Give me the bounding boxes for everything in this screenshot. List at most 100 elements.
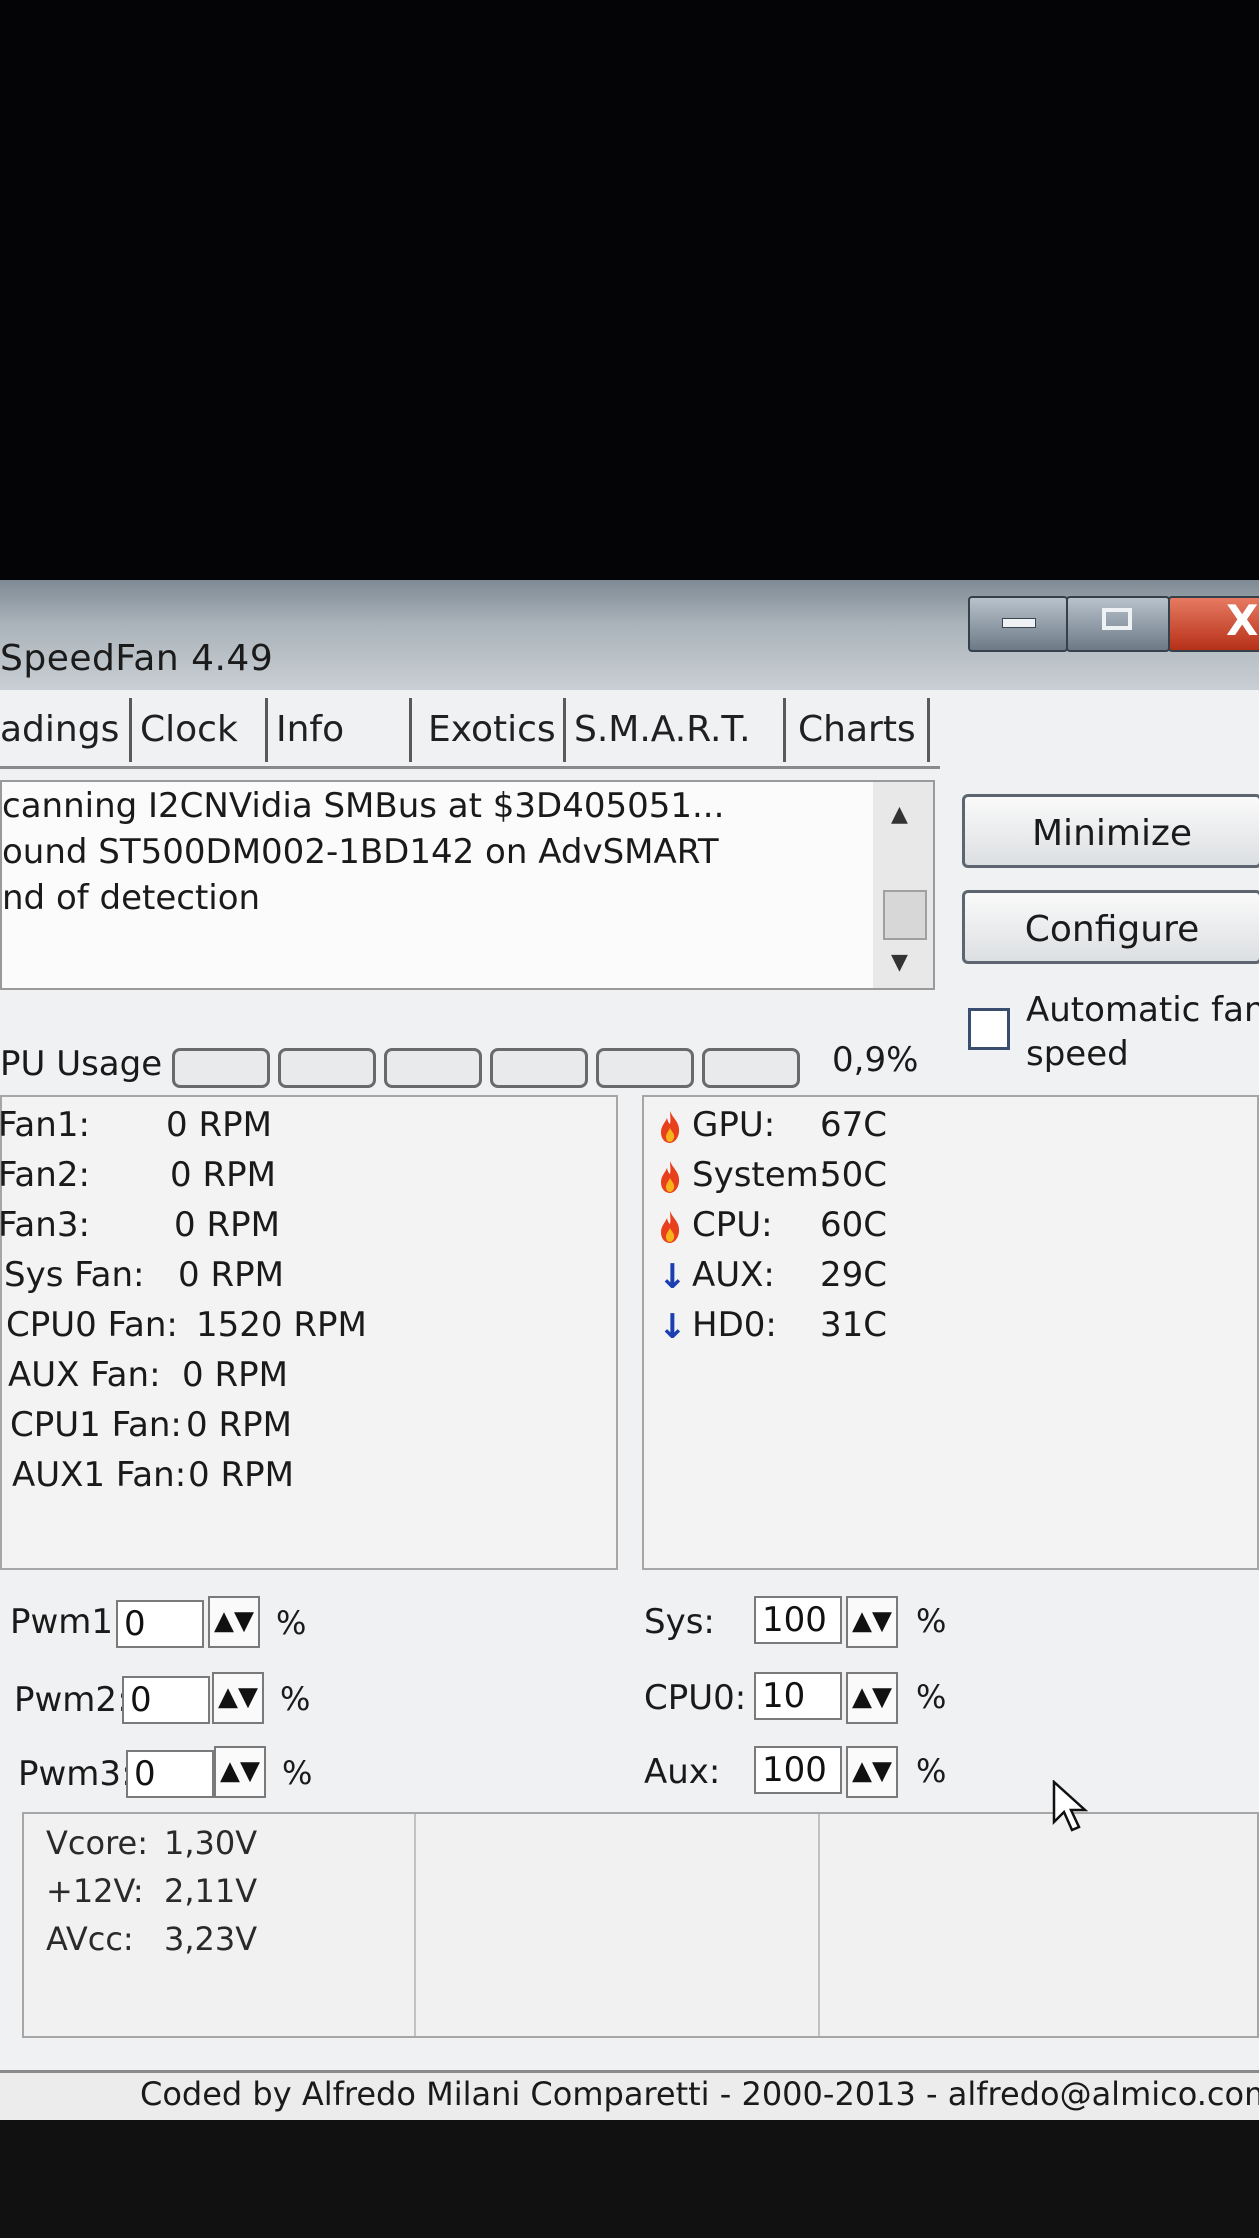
cpu-usage-meter-cell xyxy=(490,1048,588,1088)
fan-value: 0 RPM xyxy=(182,1355,288,1395)
cpu-usage-meter-cell xyxy=(384,1048,482,1088)
tab-strip: adings Clock Info Exotics S.M.A.R.T. Cha… xyxy=(0,690,940,770)
cpu0-pwm-unit: % xyxy=(916,1678,947,1716)
aux-pwm-label: Aux: xyxy=(644,1752,721,1792)
temp-value: 60C xyxy=(820,1205,888,1245)
panel-divider xyxy=(818,1814,820,2036)
minimize-button[interactable]: Minimize xyxy=(962,794,1259,868)
temp-name: CPU: xyxy=(692,1205,773,1245)
pwm2-unit: % xyxy=(280,1680,311,1718)
flame-icon xyxy=(661,1110,680,1143)
voltages-panel: Vcore: 1,30V +12V: 2,11V AVcc: 3,23V xyxy=(22,1812,1259,2038)
tab-smart[interactable]: S.M.A.R.T. xyxy=(566,698,786,762)
fan-name: AUX1 Fan: xyxy=(12,1455,187,1495)
scroll-thumb[interactable] xyxy=(883,890,927,940)
tab-readings[interactable]: adings xyxy=(0,698,132,762)
fan-value: 0 RPM xyxy=(170,1155,276,1195)
pwm2-spinner-icon[interactable]: ▲▼ xyxy=(212,1672,264,1724)
detection-log[interactable]: canning I2CNVidia SMBus at $3D405051... … xyxy=(0,780,935,990)
pwm1-unit: % xyxy=(276,1604,307,1642)
voltage-value: 3,23V xyxy=(164,1920,258,1958)
temp-name: System: xyxy=(692,1155,831,1195)
scroll-down-icon[interactable]: ▼ xyxy=(891,950,908,975)
temp-value: 50C xyxy=(820,1155,888,1195)
cpu-usage-meter-cell xyxy=(702,1048,800,1088)
automatic-fan-speed-checkbox[interactable] xyxy=(968,1008,1010,1050)
cpu-usage-meter-cell xyxy=(172,1048,270,1088)
tab-charts[interactable]: Charts xyxy=(790,698,930,762)
pwm3-spinner-icon[interactable]: ▲▼ xyxy=(214,1746,266,1798)
pwm2-label: Pwm2: xyxy=(14,1680,129,1720)
client-area: adings Clock Info Exotics S.M.A.R.T. Cha… xyxy=(0,690,1259,2238)
tab-exotics[interactable]: Exotics xyxy=(420,698,566,762)
temp-row: CPU: 60C xyxy=(658,1205,887,1245)
pwm1-label: Pwm1: xyxy=(10,1602,125,1642)
fan-name: CPU0 Fan: xyxy=(6,1305,178,1345)
pwm1-input[interactable] xyxy=(116,1600,204,1648)
cpu-usage-meter-cell xyxy=(278,1048,376,1088)
temp-row: GPU: 67C xyxy=(658,1105,887,1145)
sys-pwm-input[interactable] xyxy=(754,1596,842,1644)
fan-value: 0 RPM xyxy=(188,1455,294,1495)
log-scrollbar[interactable]: ▲ ▼ xyxy=(873,782,933,988)
pwm2-input[interactable] xyxy=(122,1676,210,1724)
voltage-name: AVcc: xyxy=(46,1920,134,1958)
temp-row: ↓ AUX: 29C xyxy=(658,1255,887,1297)
temp-value: 29C xyxy=(820,1255,888,1295)
window-maximize-button[interactable] xyxy=(1066,596,1170,652)
temp-name: GPU: xyxy=(692,1105,776,1145)
fans-panel: Fan1: 0 RPM Fan2: 0 RPM Fan3: 0 RPM Sys Fan… xyxy=(0,1095,618,1570)
pwm3-unit: % xyxy=(282,1754,313,1792)
fan-name: CPU1 Fan: xyxy=(10,1405,182,1445)
temp-name: HD0: xyxy=(692,1305,777,1345)
fan-name: Sys Fan: xyxy=(4,1255,145,1295)
sys-pwm-spinner-icon[interactable]: ▲▼ xyxy=(846,1596,898,1648)
tab-clock[interactable]: Clock xyxy=(132,698,268,762)
aux-pwm-unit: % xyxy=(916,1752,947,1790)
fan-row: AUX1 Fan:0 RPM xyxy=(12,1455,294,1495)
maximize-icon xyxy=(1102,608,1132,630)
flame-icon xyxy=(661,1210,680,1243)
flame-icon xyxy=(661,1160,680,1193)
title-bar[interactable]: SpeedFan 4.49 X xyxy=(0,580,1259,690)
fan-name: Fan1: xyxy=(0,1105,90,1145)
close-icon: X xyxy=(1226,596,1259,645)
automatic-fan-speed-label: Automatic fan speed xyxy=(1026,990,1259,1074)
voltage-row: AVcc: 3,23V xyxy=(46,1920,257,1958)
window-minimize-button[interactable] xyxy=(968,596,1068,652)
window-title: SpeedFan 4.49 xyxy=(0,638,274,679)
cpu-usage-label: PU Usage xyxy=(0,1044,163,1084)
aux-pwm-input[interactable] xyxy=(754,1746,842,1794)
cpu-usage-meter-cell xyxy=(596,1048,694,1088)
temp-row: ↓ HD0: 31C xyxy=(658,1305,887,1347)
pwm3-input[interactable] xyxy=(126,1750,214,1798)
voltage-row: +12V: 2,11V xyxy=(46,1872,257,1910)
down-arrow-icon: ↓ xyxy=(658,1306,687,1347)
sys-pwm-label: Sys: xyxy=(644,1602,715,1642)
mouse-cursor-icon xyxy=(1052,1780,1089,1832)
sys-pwm-unit: % xyxy=(916,1602,947,1640)
fan-name: AUX Fan: xyxy=(8,1355,161,1395)
log-line: ound ST500DM002-1BD142 on AdvSMART xyxy=(2,832,719,872)
down-arrow-icon: ↓ xyxy=(658,1256,687,1297)
configure-button[interactable]: Configure xyxy=(962,890,1259,964)
voltage-name: +12V: xyxy=(46,1872,144,1910)
voltage-value: 1,30V xyxy=(164,1824,258,1862)
fan-row: CPU0 Fan: 1520 RPM xyxy=(6,1305,367,1345)
cpu0-pwm-spinner-icon[interactable]: ▲▼ xyxy=(846,1672,898,1724)
scroll-up-icon[interactable]: ▲ xyxy=(891,802,908,827)
fan-row: AUX Fan: 0 RPM xyxy=(8,1355,288,1395)
temp-value: 67C xyxy=(820,1105,888,1145)
fan-row: CPU1 Fan: 0 RPM xyxy=(10,1405,292,1445)
cpu0-pwm-input[interactable] xyxy=(754,1672,842,1720)
pwm3-label: Pwm3: xyxy=(18,1754,133,1794)
tab-info[interactable]: Info xyxy=(268,698,412,762)
temp-value: 31C xyxy=(820,1305,888,1345)
cpu-usage-value: 0,9% xyxy=(832,1040,919,1080)
fan-value: 0 RPM xyxy=(174,1205,280,1245)
fan-name: Fan3: xyxy=(0,1205,90,1245)
fan-value: 0 RPM xyxy=(186,1405,292,1445)
pwm1-spinner-icon[interactable]: ▲▼ xyxy=(208,1596,260,1648)
aux-pwm-spinner-icon[interactable]: ▲▼ xyxy=(846,1746,898,1798)
window-close-button[interactable]: X xyxy=(1168,596,1259,652)
